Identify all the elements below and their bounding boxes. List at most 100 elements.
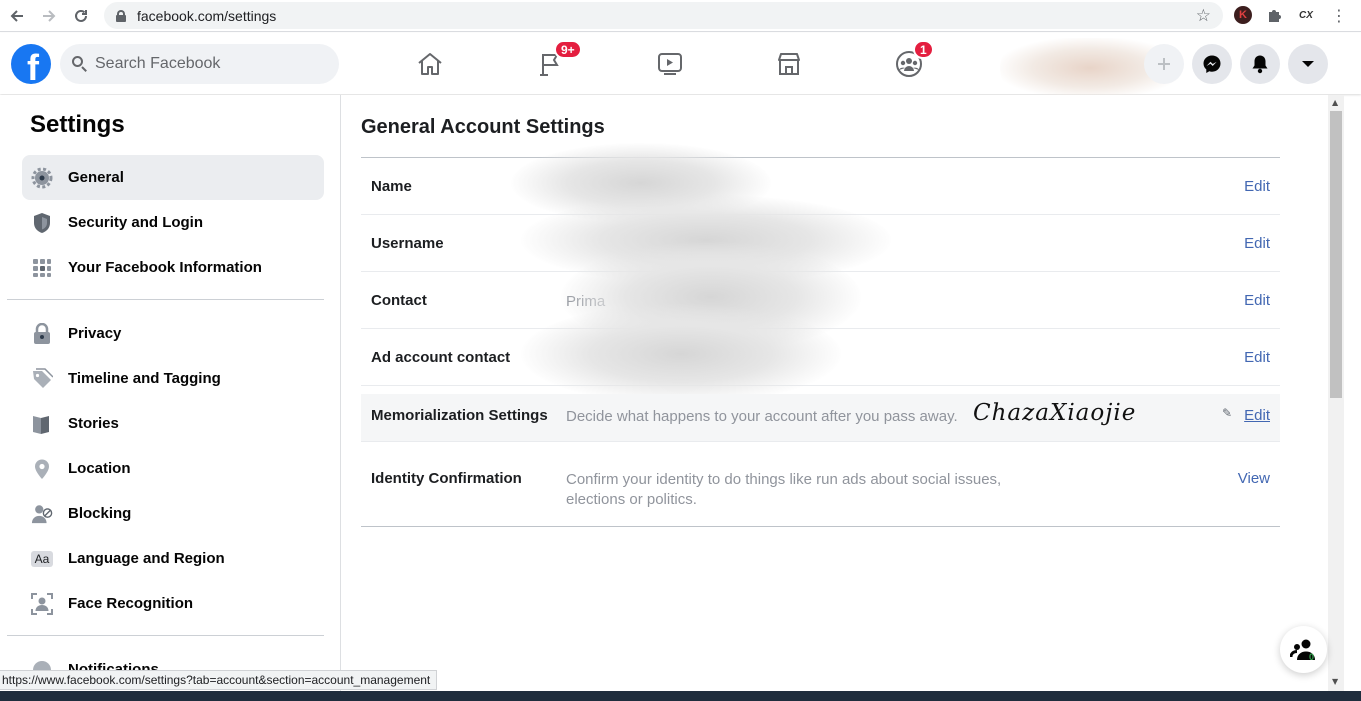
- cx-extension-icon[interactable]: CX: [1296, 6, 1316, 24]
- row-label: Username: [371, 235, 444, 252]
- status-bar-url: https://www.facebook.com/settings?tab=ac…: [0, 670, 438, 690]
- search-box[interactable]: [60, 44, 339, 84]
- new-room-button[interactable]: 0: [1280, 626, 1327, 673]
- reload-icon[interactable]: [68, 3, 94, 29]
- pages-notification-badge: 9+: [554, 40, 582, 59]
- messenger-icon: [1203, 55, 1221, 73]
- forward-arrow-icon[interactable]: [36, 3, 62, 29]
- profile-k-icon[interactable]: K: [1234, 6, 1252, 24]
- sidebar-item-label: Location: [68, 460, 131, 477]
- store-icon: [778, 53, 800, 75]
- sidebar-item-label: Your Facebook Information: [68, 259, 262, 276]
- sidebar-item-label: Privacy: [68, 325, 122, 342]
- redacted-value: [521, 304, 841, 404]
- tab-groups[interactable]: 1: [879, 40, 939, 85]
- settings-main: General Account Settings Name Edit Usern…: [341, 95, 1328, 691]
- row-value: Decide what happens to your account afte…: [566, 408, 958, 425]
- block-user-icon: [31, 503, 53, 525]
- sidebar-item-label: Stories: [68, 415, 119, 432]
- contacts-count-badge: 0: [1309, 652, 1315, 662]
- sidebar-item-label: Face Recognition: [68, 595, 194, 612]
- sidebar-item-privacy[interactable]: Privacy: [22, 311, 324, 356]
- shield-icon: [31, 212, 53, 234]
- page-scrollbar[interactable]: ▲ ▼: [1328, 95, 1344, 691]
- face-scan-icon: [31, 592, 53, 615]
- messenger-button[interactable]: [1192, 44, 1232, 84]
- address-url[interactable]: facebook.com/settings: [137, 8, 276, 24]
- scroll-up-arrow-icon[interactable]: ▲: [1332, 98, 1338, 107]
- sidebar-item-label: General: [68, 169, 124, 186]
- sidebar-item-language-and-region[interactable]: Aa Language and Region: [22, 536, 324, 581]
- row-value: Confirm your identity to do things like …: [566, 471, 1002, 508]
- location-pin-icon: [31, 458, 53, 480]
- settings-row-contact[interactable]: Prima Contact Edit: [361, 242, 1280, 352]
- sidebar-item-security-and-login[interactable]: Security and Login: [22, 200, 324, 245]
- back-arrow-icon[interactable]: [4, 3, 30, 29]
- row-label: Contact: [371, 292, 427, 309]
- edit-name-link[interactable]: Edit: [1244, 178, 1270, 195]
- groups-notification-badge: 1: [913, 40, 934, 59]
- home-icon: [418, 53, 442, 75]
- sidebar-item-general[interactable]: General: [22, 155, 324, 200]
- os-taskbar: [0, 691, 1361, 701]
- create-button[interactable]: [1144, 44, 1184, 84]
- scroll-down-arrow-icon[interactable]: ▼: [1332, 677, 1338, 686]
- bell-icon: [1252, 55, 1268, 74]
- sidebar-item-label: Language and Region: [68, 550, 225, 567]
- gear-icon: [31, 167, 53, 189]
- sidebar-divider: [7, 299, 324, 300]
- extensions-puzzle-icon[interactable]: [1266, 6, 1284, 24]
- tab-home[interactable]: [400, 43, 460, 85]
- settings-row-memorialization[interactable]: Memorialization Settings Decide what hap…: [361, 394, 1280, 442]
- video-play-icon: [658, 53, 682, 75]
- settings-row-identity-confirmation[interactable]: Identity Confirmation Confirm your ident…: [361, 450, 1280, 527]
- plus-icon: [1158, 58, 1170, 70]
- sidebar-item-timeline-and-tagging[interactable]: Timeline and Tagging: [22, 356, 324, 401]
- chevron-down-icon: [1302, 61, 1314, 67]
- book-icon: [31, 413, 53, 435]
- lock-icon: [116, 9, 126, 22]
- settings-sidebar: Settings General Security and Login Your…: [0, 95, 341, 691]
- account-menu-button[interactable]: [1288, 44, 1328, 84]
- tab-pages[interactable]: 9+: [520, 40, 582, 85]
- logo-letter: f: [27, 47, 39, 85]
- browser-menu-icon[interactable]: ⋮: [1331, 6, 1347, 25]
- sidebar-item-stories[interactable]: Stories: [22, 401, 324, 446]
- edit-contact-link[interactable]: Edit: [1244, 292, 1270, 309]
- row-label: Ad account contact: [371, 349, 511, 366]
- notifications-button[interactable]: [1240, 44, 1280, 84]
- row-label: Name: [371, 178, 412, 195]
- sidebar-item-label: Timeline and Tagging: [68, 370, 221, 387]
- grid-icon: [31, 257, 53, 279]
- sidebar-item-label: Security and Login: [68, 214, 204, 231]
- view-identity-confirmation-link[interactable]: View: [1238, 470, 1270, 487]
- row-label: Identity Confirmation: [371, 470, 522, 487]
- search-icon: [72, 56, 88, 72]
- tab-watch[interactable]: [640, 43, 700, 85]
- edit-memorialization-link[interactable]: Edit: [1244, 407, 1270, 424]
- sidebar-divider: [7, 635, 324, 636]
- pencil-icon: ✎: [1221, 406, 1232, 420]
- row-label: Memorialization Settings: [371, 407, 548, 424]
- tab-marketplace[interactable]: [759, 43, 819, 85]
- address-bar[interactable]: facebook.com/settings ☆: [104, 2, 1223, 29]
- settings-row-ad-account-contact[interactable]: Ad account contact Edit: [361, 304, 1280, 404]
- tag-icon: [31, 367, 53, 390]
- browser-toolbar: facebook.com/settings ☆ K CX ⋮: [0, 0, 1361, 32]
- scrollbar-thumb[interactable]: [1330, 111, 1342, 398]
- lock-icon: [31, 322, 53, 345]
- sidebar-item-label: Blocking: [68, 505, 132, 522]
- page-title: General Account Settings: [361, 116, 605, 138]
- edit-username-link[interactable]: Edit: [1244, 235, 1270, 252]
- language-icon: Aa: [31, 550, 53, 567]
- edit-ad-account-contact-link[interactable]: Edit: [1244, 349, 1270, 366]
- sidebar-item-face-recognition[interactable]: Face Recognition: [22, 581, 324, 626]
- bookmark-star-icon[interactable]: ☆: [1196, 6, 1211, 26]
- settings-table: Name Edit Username Edit Prima Contact Ed…: [361, 143, 1280, 527]
- sidebar-item-blocking[interactable]: Blocking: [22, 491, 324, 536]
- facebook-header: f 9+ 1: [0, 33, 1361, 98]
- sidebar-item-your-facebook-information[interactable]: Your Facebook Information: [22, 245, 324, 290]
- facebook-logo-icon[interactable]: f: [11, 44, 51, 84]
- search-input[interactable]: [95, 55, 325, 73]
- sidebar-item-location[interactable]: Location: [22, 446, 324, 491]
